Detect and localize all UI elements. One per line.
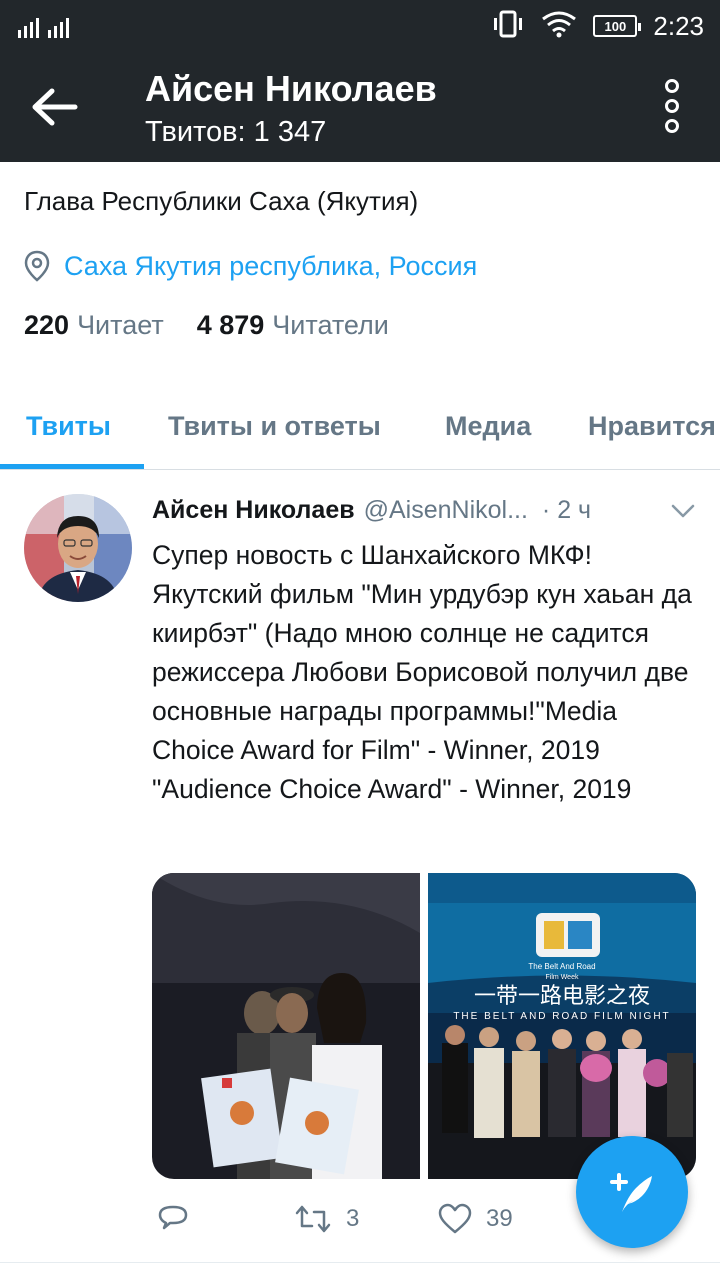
tab-likes[interactable]: Нравится	[588, 382, 716, 469]
profile-bio: Глава Республики Саха (Якутия)	[24, 186, 419, 216]
like-button[interactable]: 39	[438, 1196, 513, 1242]
battery-icon: 100	[593, 15, 642, 37]
back-button[interactable]	[22, 74, 88, 140]
signal-icon	[18, 14, 69, 38]
tweet-timestamp: · 2 ч	[541, 495, 592, 524]
follow-stats: 220 Читает 4 879 Читатели	[24, 310, 422, 341]
followers-count: 4 879	[196, 310, 265, 340]
retweet-button[interactable]: 3	[294, 1196, 359, 1242]
tweet-media[interactable]: The Belt And Road Film Week 一带一路电影之夜 THE…	[152, 873, 696, 1179]
tab-tweets[interactable]: Твиты	[26, 382, 111, 469]
profile-location: Саха Якутия республика, Россия	[24, 246, 477, 286]
more-options-button[interactable]	[646, 70, 698, 142]
event-name-text: The Belt And Road	[528, 962, 595, 971]
event-chinese-text: 一带一路电影之夜	[474, 984, 650, 1009]
event-banner-text: THE BELT AND ROAD FILM NIGHT	[453, 1011, 670, 1022]
avatar[interactable]	[24, 494, 132, 602]
tweet-header: Айсен Николаев @AisenNikol... · 2 ч	[152, 492, 702, 528]
chevron-down-icon[interactable]	[670, 500, 696, 522]
retweet-icon	[295, 1205, 331, 1233]
back-arrow-icon	[32, 88, 78, 126]
clock: 2:23	[653, 10, 704, 41]
tweet-author-handle[interactable]: @AisenNikol...	[364, 496, 528, 525]
compose-tweet-button[interactable]	[576, 1136, 688, 1248]
status-bar: 100 2:23	[0, 0, 720, 52]
more-vertical-icon	[665, 79, 679, 133]
like-icon	[438, 1203, 472, 1234]
tab-tweets-and-replies[interactable]: Твиты и ответы	[168, 382, 381, 469]
following-label: Читает	[77, 310, 164, 340]
tweet-photo-2[interactable]: The Belt And Road Film Week 一带一路电影之夜 THE…	[428, 873, 696, 1179]
retweet-count: 3	[346, 1205, 360, 1232]
tweet-count: Твитов: 1 347	[145, 116, 327, 148]
followers-label: Читатели	[272, 310, 389, 340]
wifi-icon	[541, 10, 577, 43]
like-count: 39	[486, 1205, 513, 1232]
tweet-author-name[interactable]: Айсен Николаев	[152, 496, 355, 525]
event-week-text: Film Week	[546, 974, 579, 981]
tweet-text: Супер новость с Шанхайского МКФ! Якутски…	[152, 540, 692, 804]
app-bar: Айсен Николаев Твитов: 1 347	[0, 52, 720, 162]
followers-stat[interactable]: 4 879 Читатели	[197, 310, 389, 341]
location-link[interactable]: Саха Якутия республика, Россия	[64, 251, 477, 282]
vibrate-icon	[491, 10, 525, 43]
compose-tweet-icon	[610, 1173, 652, 1212]
divider	[0, 1262, 720, 1263]
location-pin-icon	[24, 250, 50, 282]
profile-tabs: Твиты Твиты и ответы Медиа Нравится	[0, 382, 720, 470]
following-count: 220	[24, 310, 70, 340]
profile-title: Айсен Николаев	[145, 68, 437, 109]
reply-icon	[158, 1205, 188, 1230]
active-tab-indicator	[0, 464, 144, 469]
reply-button[interactable]	[156, 1196, 190, 1242]
tweet-photo-1[interactable]	[152, 873, 420, 1179]
following-stat[interactable]: 220 Читает	[24, 310, 164, 341]
tab-media[interactable]: Медиа	[445, 382, 531, 469]
